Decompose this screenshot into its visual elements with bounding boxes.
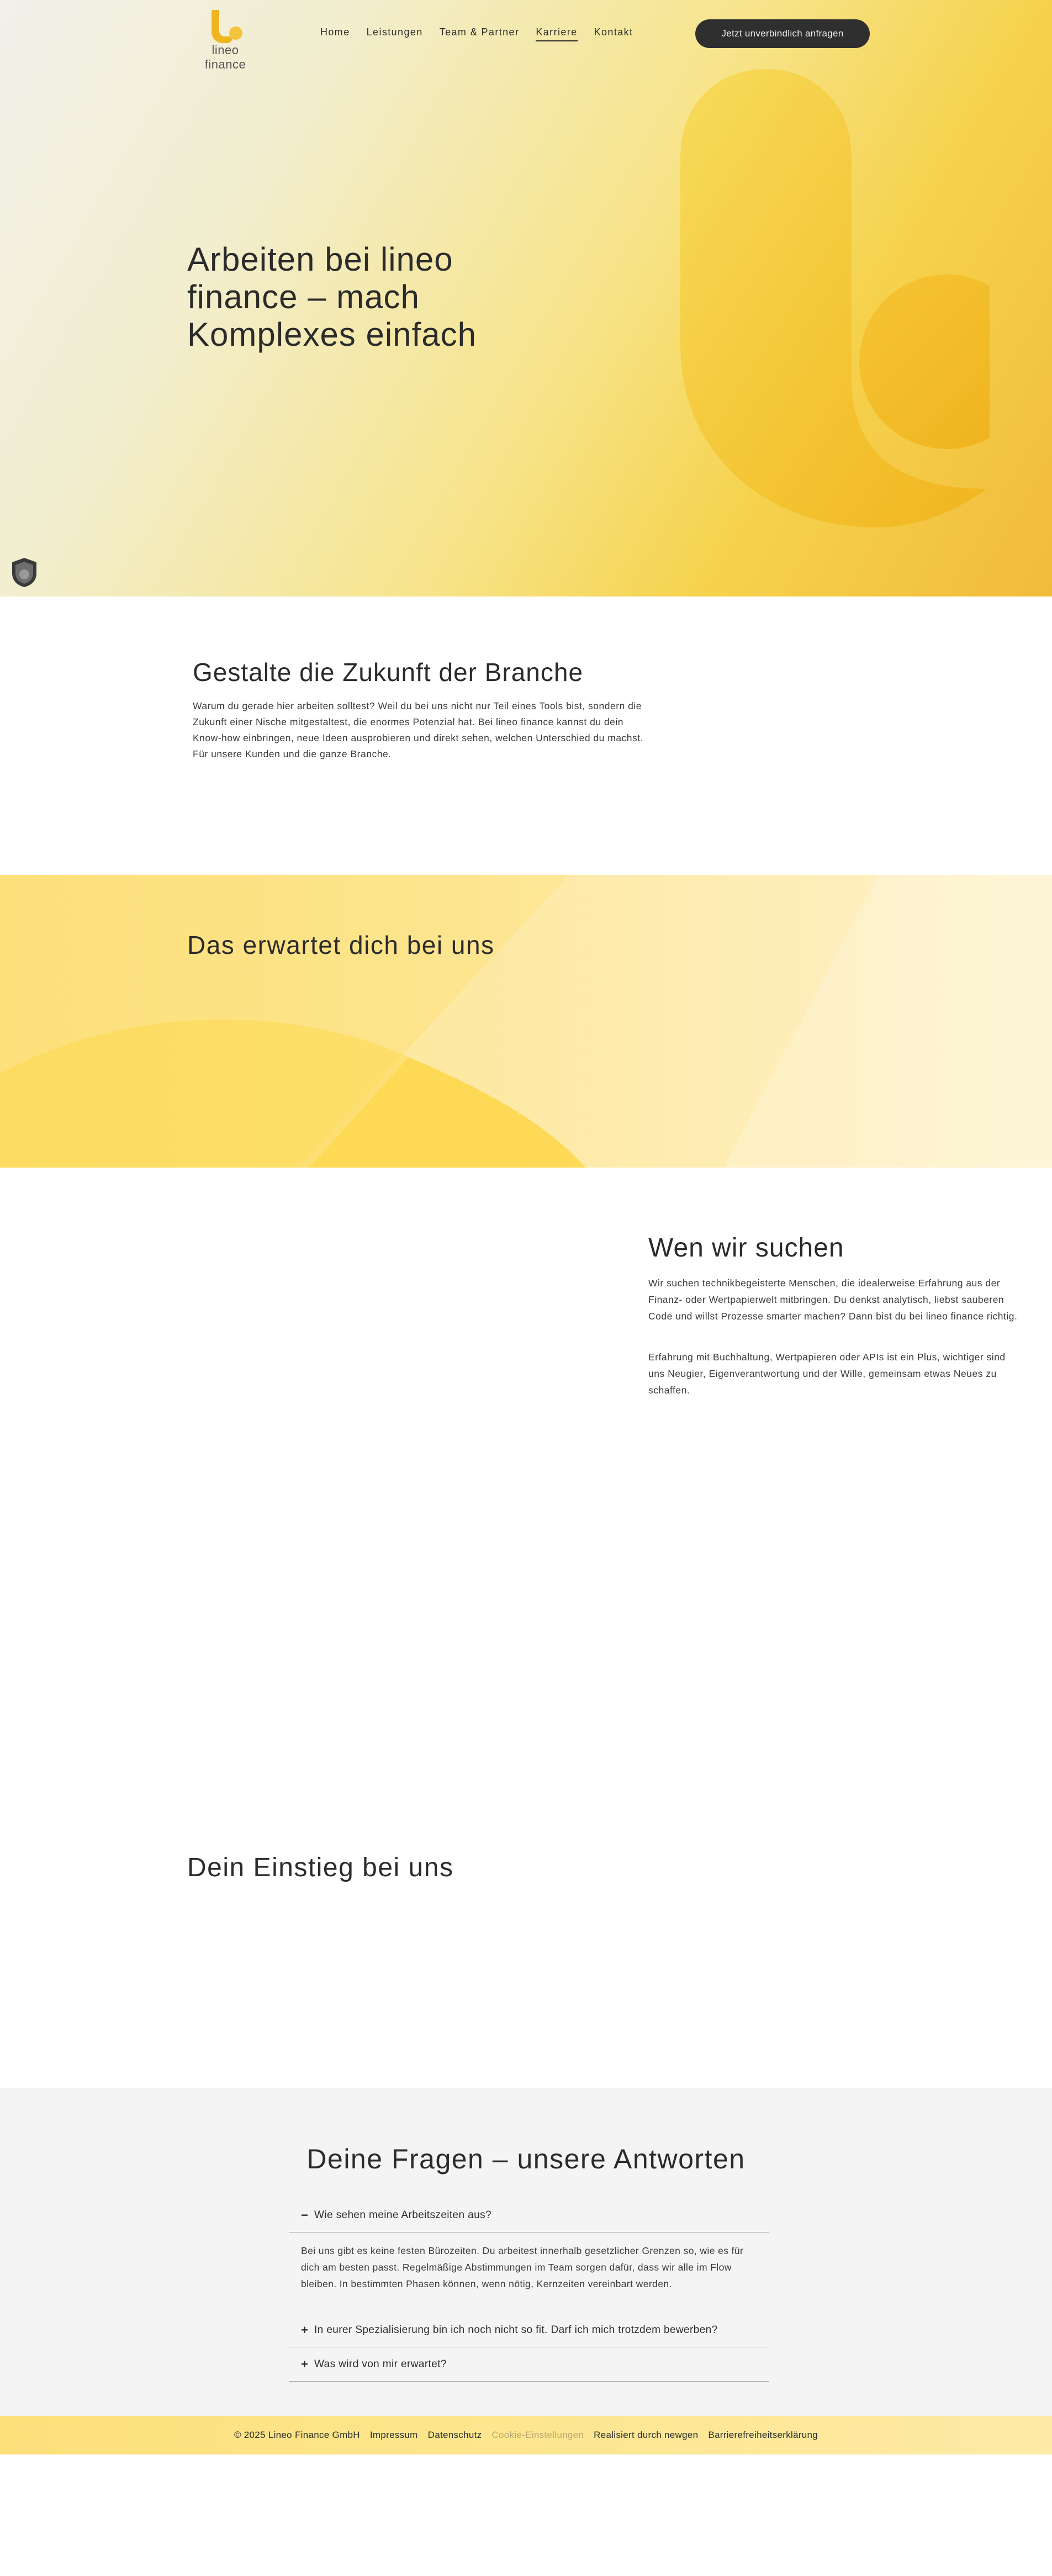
hero-title: Arbeiten bei lineo finance – mach Komple… [187,241,477,353]
plus-icon: + [301,2357,309,2371]
section-title: Deine Fragen – unsere Antworten [306,2144,746,2174]
footer-link-newgen[interactable]: Realisiert durch newgen [594,2430,698,2441]
logo-mark-icon [212,10,242,43]
nav-item-kontakt[interactable]: Kontakt [594,27,633,41]
plus-icon: + [301,2322,309,2337]
brand-l-shape [680,69,990,527]
faq-answer: Bei uns gibt es keine festen Bürozeiten.… [301,2245,744,2289]
faq-question[interactable]: + Was wird von mir erwartet? [289,2347,769,2382]
footer-link-cookie-settings[interactable]: Cookie-Einstellungen [491,2430,584,2441]
footer-link-impressum[interactable]: Impressum [370,2430,418,2441]
nav-item-leistungen[interactable]: Leistungen [367,27,423,41]
faq-list: − Wie sehen meine Arbeitszeiten aus? Bei… [289,2198,769,2382]
hero-section: lineo finance Home Leistungen Team & Par… [0,0,1052,597]
section-title: Gestalte die Zukunft der Branche [193,658,584,687]
nav-item-team-partner[interactable]: Team & Partner [440,27,520,41]
cta-button[interactable]: Jetzt unverbindlich anfragen [695,19,870,48]
section-faq: Deine Fragen – unsere Antworten − Wie se… [0,2088,1052,2416]
cookie-badge[interactable] [10,557,39,588]
nav-item-home[interactable]: Home [320,27,350,41]
shield-icon [12,558,36,587]
section-wen: Wen wir suchen Wir suchen technikbegeist… [0,1168,1052,1852]
section-text: Wir suchen technikbegeisterte Menschen, … [648,1278,1018,1322]
faq-question[interactable]: + In eurer Spezialisierung bin ich noch … [289,2313,769,2347]
logo[interactable]: lineo finance [189,10,261,71]
footer-link-datenschutz[interactable]: Datenschutz [428,2430,482,2441]
section-title: Dein Einstieg bei uns [187,1853,454,1882]
faq-question[interactable]: − Wie sehen meine Arbeitszeiten aus? [289,2198,769,2232]
footer-link-accessibility[interactable]: Barrierefreiheitserklärung [708,2430,818,2441]
background-decoration [0,875,1052,1168]
section-text: Erfahrung mit Buchhaltung, Wertpapieren … [648,1352,1006,1396]
section-gestalte: Gestalte die Zukunft der Branche Warum d… [0,597,1052,875]
main-nav: Home Leistungen Team & Partner Karriere … [320,27,649,41]
section-title: Wen wir suchen [648,1233,844,1263]
logo-text: lineo finance [204,43,246,71]
faq-question-text: Was wird von mir erwartet? [314,2358,447,2370]
faq-question-text: Wie sehen meine Arbeitszeiten aus? [314,2209,491,2221]
nav-item-karriere[interactable]: Karriere [536,27,578,41]
section-erwartet: Das erwartet dich bei uns [0,875,1052,1168]
footer-copyright: © 2025 Lineo Finance GmbH [234,2430,360,2440]
minus-icon: − [301,2208,309,2222]
section-title: Das erwartet dich bei uns [187,931,495,959]
section-einstieg: Dein Einstieg bei uns [0,1852,1052,2088]
section-text: Warum du gerade hier arbeiten solltest? … [193,700,644,759]
faq-question-text: In eurer Spezialisierung bin ich noch ni… [314,2324,718,2336]
site-footer: © 2025 Lineo Finance GmbH Impressum Date… [0,2416,1052,2454]
site-header: lineo finance Home Leistungen Team & Par… [0,0,1052,71]
